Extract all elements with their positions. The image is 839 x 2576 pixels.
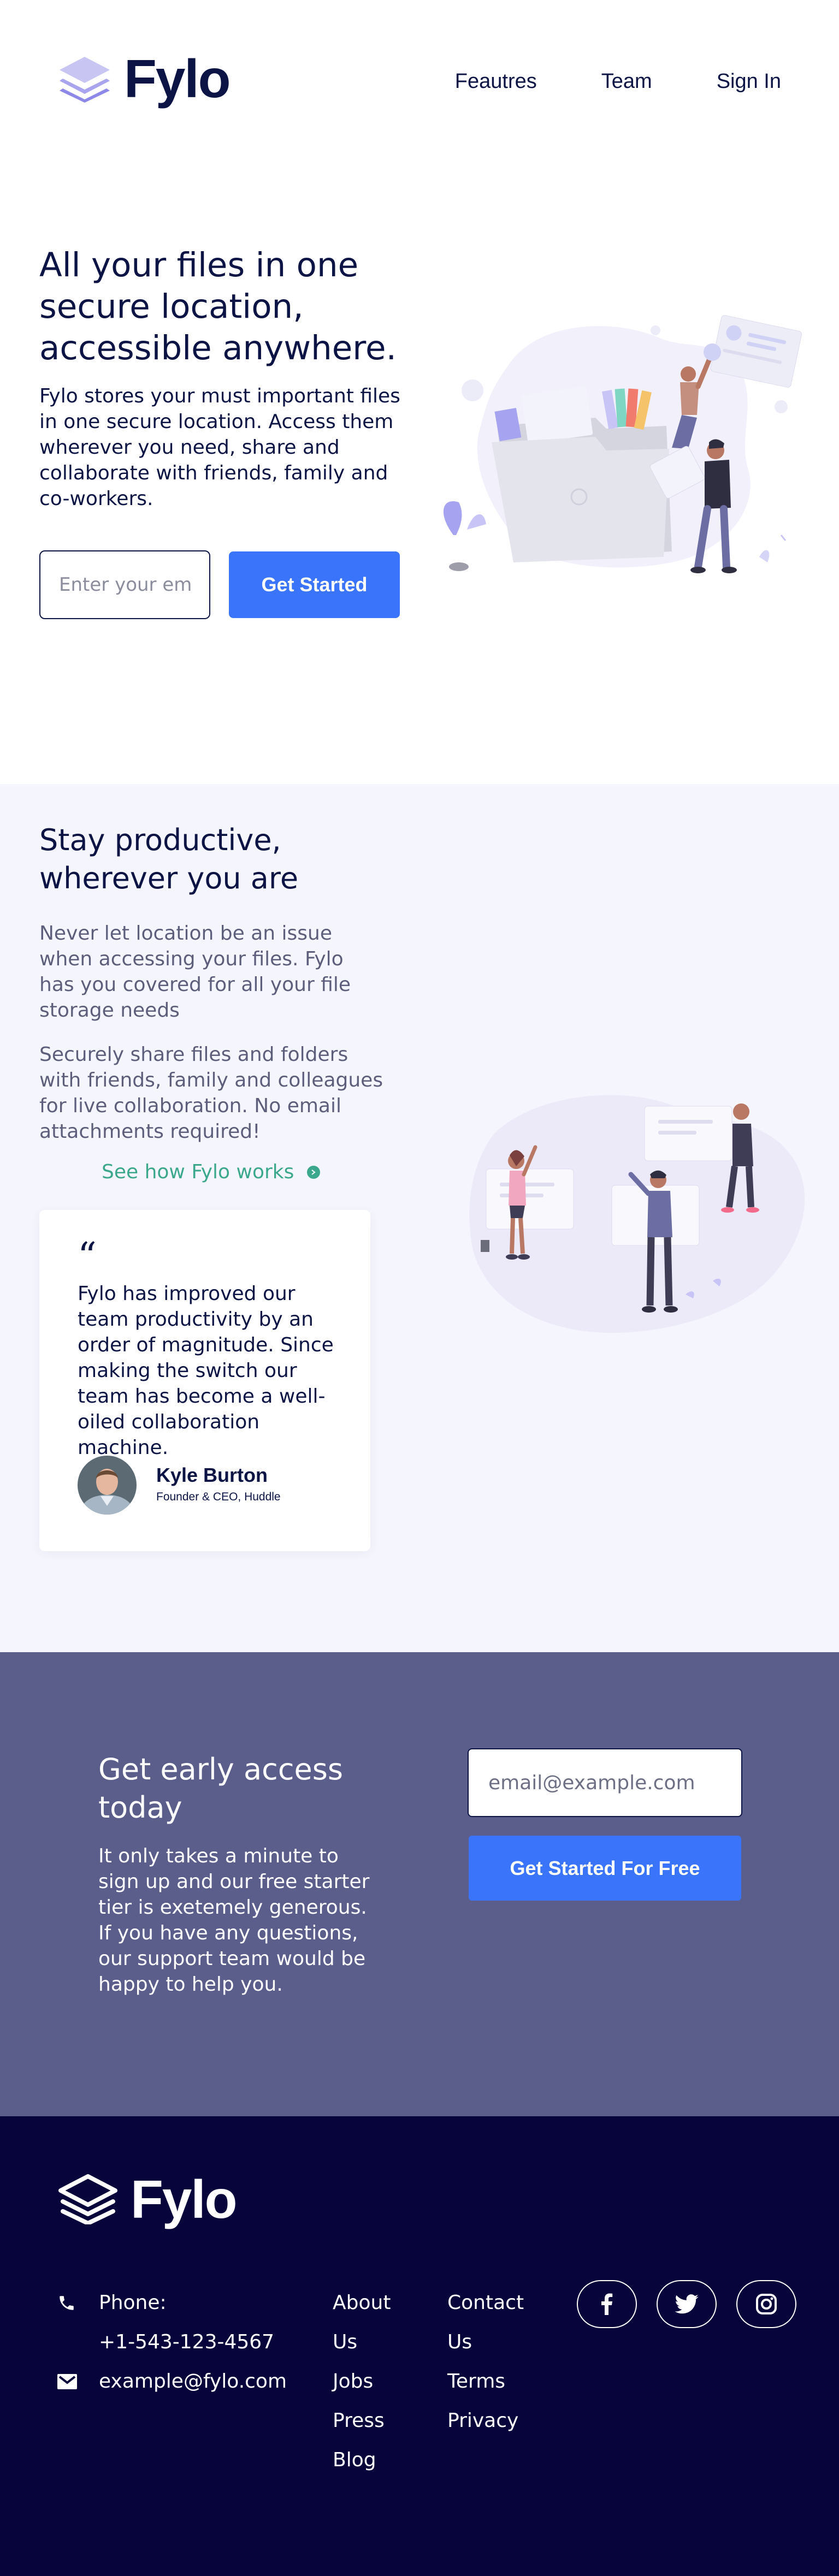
logo[interactable]: Fylo [57, 49, 231, 109]
quote-icon: “ [78, 1235, 97, 1278]
stack-logo-icon [60, 57, 110, 103]
instagram-icon[interactable] [736, 2280, 796, 2328]
hero-illustration [443, 315, 802, 573]
footer-link-press[interactable]: Press [333, 2401, 398, 2441]
testimonial-name: Kyle Burton [156, 1464, 268, 1486]
phone-number[interactable]: +1-543-123-4567 [57, 2323, 287, 2362]
testimonial-role: Founder & CEO, Huddle [156, 1491, 281, 1503]
landing-page: Fylo Feautres Team Sign In All your file… [0, 0, 839, 2576]
footer-link-contact[interactable]: Contact Us [447, 2283, 529, 2362]
productive-title: Stay productive, wherever you are [39, 823, 299, 895]
testimonial-card: “ Fylo has improved our team productivit… [39, 1210, 370, 1551]
footer-logo-text: Fylo [131, 2169, 237, 2229]
logo-text: Fylo [124, 49, 231, 109]
footer-email[interactable]: example@fylo.com [99, 2362, 287, 2401]
twitter-icon[interactable] [657, 2280, 717, 2328]
get-started-button[interactable]: Get Started [229, 551, 400, 618]
productive-paragraph-2: Securely share files and folders with fr… [39, 1043, 383, 1143]
footer-link-terms[interactable]: Terms [447, 2362, 529, 2401]
hero-text: Fylo stores your must important files in… [39, 385, 400, 510]
stack-logo-icon [58, 2174, 117, 2224]
phone-label: Phone: [99, 2292, 167, 2314]
phone-row: Phone: [57, 2283, 287, 2323]
footer-link-about[interactable]: About Us [333, 2283, 398, 2362]
email-icon [57, 2374, 79, 2389]
early-access-section: Get early access today It only takes a m… [0, 1652, 839, 2116]
avatar [78, 1456, 137, 1515]
get-started-free-button[interactable]: Get Started For Free [469, 1836, 741, 1901]
facebook-icon[interactable] [577, 2280, 637, 2328]
arrow-right-icon [307, 1165, 321, 1179]
hero-title: All your files in one secure location, a… [39, 246, 397, 367]
early-access-text: It only takes a minute to sign up and ou… [98, 1845, 370, 1996]
hero-email-input[interactable] [39, 550, 210, 619]
productive-section: Stay productive, wherever you are Never … [0, 784, 839, 1652]
email-row: example@fylo.com [57, 2362, 287, 2401]
see-how-link-label: See how Fylo works [102, 1161, 294, 1183]
see-how-fylo-works-link[interactable]: See how Fylo works [102, 1161, 321, 1183]
footer-links-col-1: About Us Jobs Press Blog [333, 2283, 398, 2480]
footer-logo[interactable]: Fylo [57, 2169, 237, 2229]
testimonial-text: Fylo has improved our team productivity … [78, 1283, 334, 1459]
social-links [577, 2280, 796, 2328]
nav-sign-in[interactable]: Sign In [717, 70, 781, 93]
footer-contact: Phone: +1-543-123-4567 example@fylo.com [57, 2283, 287, 2401]
early-access-title: Get early access today [98, 1752, 344, 1825]
productive-paragraph-1: Never let location be an issue when acce… [39, 922, 351, 1022]
footer-links-col-2: Contact Us Terms Privacy [447, 2283, 529, 2441]
nav-team[interactable]: Team [601, 70, 652, 93]
main-nav: Feautres Team Sign In [455, 70, 781, 93]
nav-features[interactable]: Feautres [455, 70, 537, 93]
footer-link-jobs[interactable]: Jobs [333, 2362, 398, 2401]
productive-illustration [469, 1095, 805, 1333]
footer-link-blog[interactable]: Blog [333, 2441, 398, 2480]
site-header: Fylo Feautres Team Sign In [0, 0, 839, 164]
footer-link-privacy[interactable]: Privacy [447, 2401, 529, 2441]
site-footer: Fylo Phone: +1-543-123-4567 example@fylo… [0, 2116, 839, 2576]
early-access-email-input[interactable] [468, 1748, 742, 1817]
phone-icon [57, 2294, 79, 2312]
